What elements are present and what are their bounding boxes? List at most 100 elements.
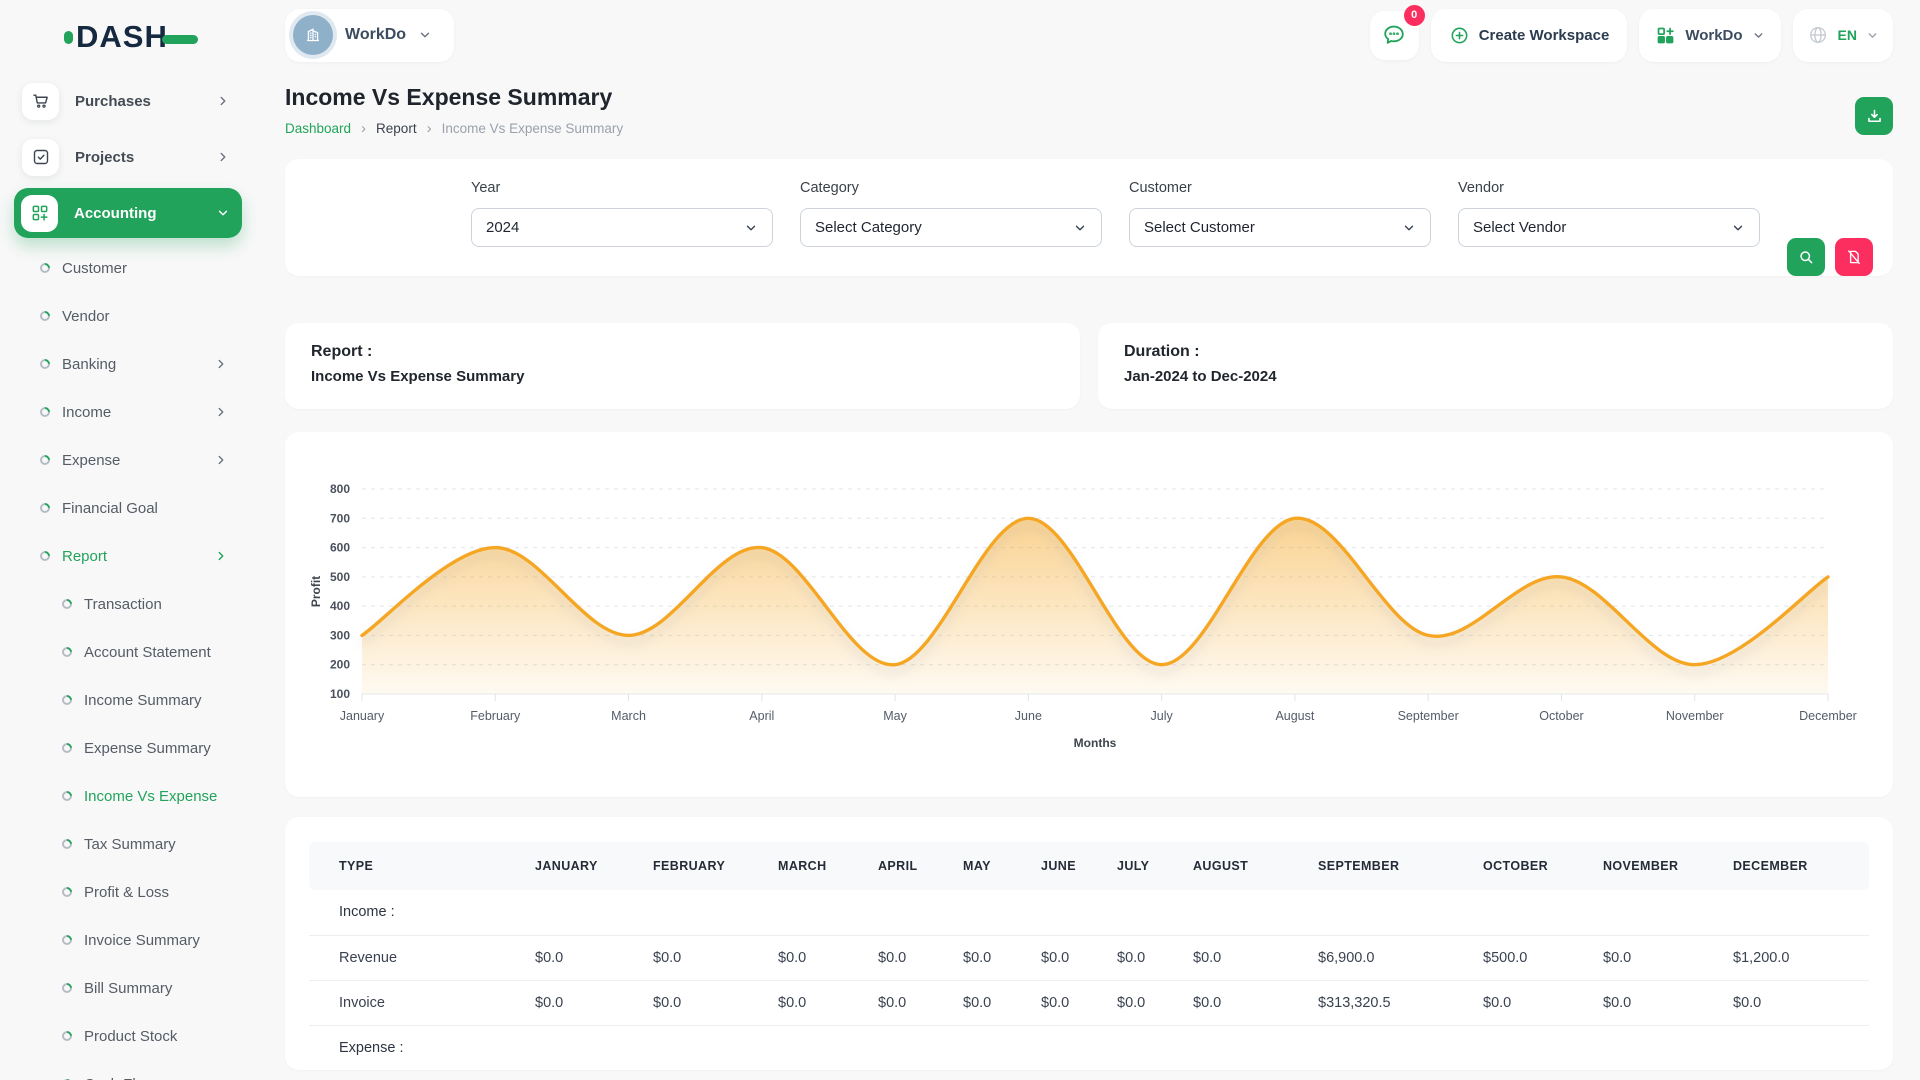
- bullet-icon: [38, 405, 52, 419]
- sidebar-item-label: Profit & Loss: [84, 884, 169, 901]
- sidebar-item-label: Income Vs Expense: [84, 788, 217, 805]
- reset-filter-button[interactable]: [1835, 238, 1873, 276]
- sidebar-item-report[interactable]: Report: [14, 532, 242, 580]
- x-tick-label: April: [749, 709, 774, 723]
- sidebar-item-customer[interactable]: Customer: [14, 244, 242, 292]
- search-icon: [1797, 248, 1815, 266]
- bullet-icon: [38, 261, 52, 275]
- logo-dot-icon: [64, 31, 73, 44]
- x-tick-label: June: [1015, 709, 1042, 723]
- filter-label-category: Category: [800, 180, 1102, 196]
- y-tick-label: 200: [330, 658, 350, 672]
- cell-value: $0.0: [852, 935, 937, 980]
- breadcrumb-dashboard-link[interactable]: Dashboard: [285, 121, 351, 136]
- download-report-button[interactable]: [1855, 97, 1893, 135]
- workspace-avatar: [293, 15, 333, 55]
- sidebar-item-label: Projects: [75, 149, 134, 166]
- create-workspace-button[interactable]: Create Workspace: [1431, 9, 1628, 62]
- filter-actions: [1787, 206, 1873, 276]
- filter-group-customer: CustomerSelect Customer: [1129, 180, 1431, 276]
- bullet-icon: [60, 885, 74, 899]
- sidebar-item-financial-goal[interactable]: Financial Goal: [14, 484, 242, 532]
- bullet-icon: [60, 597, 74, 611]
- logo-dash-icon: [162, 35, 198, 44]
- sidebar-item-label: Product Stock: [84, 1028, 177, 1045]
- column-header-november: NOVEMBER: [1577, 842, 1707, 890]
- cart-icon: [31, 91, 51, 111]
- sidebar-item-cash-flow[interactable]: Cash Flow: [14, 1060, 242, 1080]
- sidebar-item-tax-summary[interactable]: Tax Summary: [14, 820, 242, 868]
- sidebar-item-bill-summary[interactable]: Bill Summary: [14, 964, 242, 1012]
- sidebar-item-label: Report: [62, 548, 107, 565]
- y-tick-label: 800: [330, 482, 350, 496]
- sidebar-item-profit-loss[interactable]: Profit & Loss: [14, 868, 242, 916]
- filter-group-vendor: VendorSelect Vendor: [1458, 180, 1760, 276]
- customer-select[interactable]: Select Customer: [1129, 208, 1431, 247]
- building-icon: [302, 24, 324, 46]
- clear-filter-icon: [1845, 248, 1863, 266]
- sidebar: DASH Purchases Projects Accounting Customer…: [0, 0, 256, 1080]
- year-select[interactable]: 2024: [471, 208, 773, 247]
- table-section-row: Expense :: [309, 1025, 1869, 1070]
- chevron-down-icon: [1731, 221, 1745, 235]
- chevron-down-icon: [216, 206, 230, 220]
- vendor-select[interactable]: Select Vendor: [1458, 208, 1760, 247]
- messages-button[interactable]: 0: [1370, 11, 1419, 60]
- sidebar-item-label: Banking: [62, 356, 116, 373]
- workspace-name: WorkDo: [345, 26, 406, 44]
- sidebar-item-expense[interactable]: Expense: [14, 436, 242, 484]
- column-header-january: JANUARY: [509, 842, 627, 890]
- sidebar-item-transaction[interactable]: Transaction: [14, 580, 242, 628]
- sidebar-item-income-summary[interactable]: Income Summary: [14, 676, 242, 724]
- workspace-selector[interactable]: WorkDo: [285, 9, 454, 62]
- sidebar-item-product-stock[interactable]: Product Stock: [14, 1012, 242, 1060]
- chevron-separator-icon: ›: [361, 120, 366, 137]
- sidebar-item-banking[interactable]: Banking: [14, 340, 242, 388]
- y-tick-label: 700: [330, 511, 350, 525]
- column-header-july: JULY: [1091, 842, 1167, 890]
- duration-card: Duration : Jan-2024 to Dec-2024: [1098, 323, 1893, 409]
- workdo-menu-button[interactable]: WorkDo: [1639, 9, 1780, 62]
- sidebar-item-income-vs-expense[interactable]: Income Vs Expense: [14, 772, 242, 820]
- section-label: Income :: [309, 890, 1869, 935]
- sidebar-item-expense-summary[interactable]: Expense Summary: [14, 724, 242, 772]
- column-header-october: OCTOBER: [1457, 842, 1577, 890]
- breadcrumb-report-link[interactable]: Report: [376, 121, 417, 136]
- create-workspace-label: Create Workspace: [1479, 27, 1610, 44]
- apply-filter-button[interactable]: [1787, 238, 1825, 276]
- x-axis-title: Months: [1074, 736, 1117, 750]
- y-tick-label: 100: [330, 687, 350, 701]
- sidebar-item-purchases[interactable]: Purchases: [14, 76, 242, 126]
- category-select[interactable]: Select Category: [800, 208, 1102, 247]
- language-selector[interactable]: EN: [1793, 9, 1893, 62]
- app-logo[interactable]: DASH: [0, 14, 256, 60]
- cell-value: $0.0: [937, 935, 1015, 980]
- sidebar-item-vendor[interactable]: Vendor: [14, 292, 242, 340]
- chevron-right-icon: [214, 357, 228, 371]
- cell-value: $0.0: [1577, 980, 1707, 1025]
- column-header-type: TYPE: [309, 842, 509, 890]
- chevron-separator-icon: ›: [427, 120, 432, 137]
- workdo-menu-label: WorkDo: [1685, 27, 1742, 44]
- sidebar-item-income[interactable]: Income: [14, 388, 242, 436]
- select-value: Select Category: [815, 219, 922, 236]
- chevron-right-icon: [216, 150, 230, 164]
- sidebar-item-label: Transaction: [84, 596, 162, 613]
- x-tick-label: August: [1275, 709, 1314, 723]
- sidebar-item-projects[interactable]: Projects: [14, 132, 242, 182]
- x-tick-label: October: [1539, 709, 1583, 723]
- topbar: WorkDo 0 Create Workspace: [285, 0, 1893, 70]
- cell-value: $0.0: [1091, 980, 1167, 1025]
- bullet-icon: [60, 693, 74, 707]
- column-header-september: SEPTEMBER: [1292, 842, 1457, 890]
- sidebar-item-account-statement[interactable]: Account Statement: [14, 628, 242, 676]
- page-title: Income Vs Expense Summary: [285, 84, 623, 111]
- breadcrumb: Dashboard › Report › Income Vs Expense S…: [285, 120, 623, 137]
- bullet-icon: [38, 549, 52, 563]
- sidebar-item-label: Income: [62, 404, 111, 421]
- x-tick-label: November: [1666, 709, 1724, 723]
- bullet-icon: [38, 453, 52, 467]
- sidebar-item-invoice-summary[interactable]: Invoice Summary: [14, 916, 242, 964]
- cell-value: $1,200.0: [1707, 935, 1869, 980]
- sidebar-item-accounting[interactable]: Accounting: [14, 188, 242, 238]
